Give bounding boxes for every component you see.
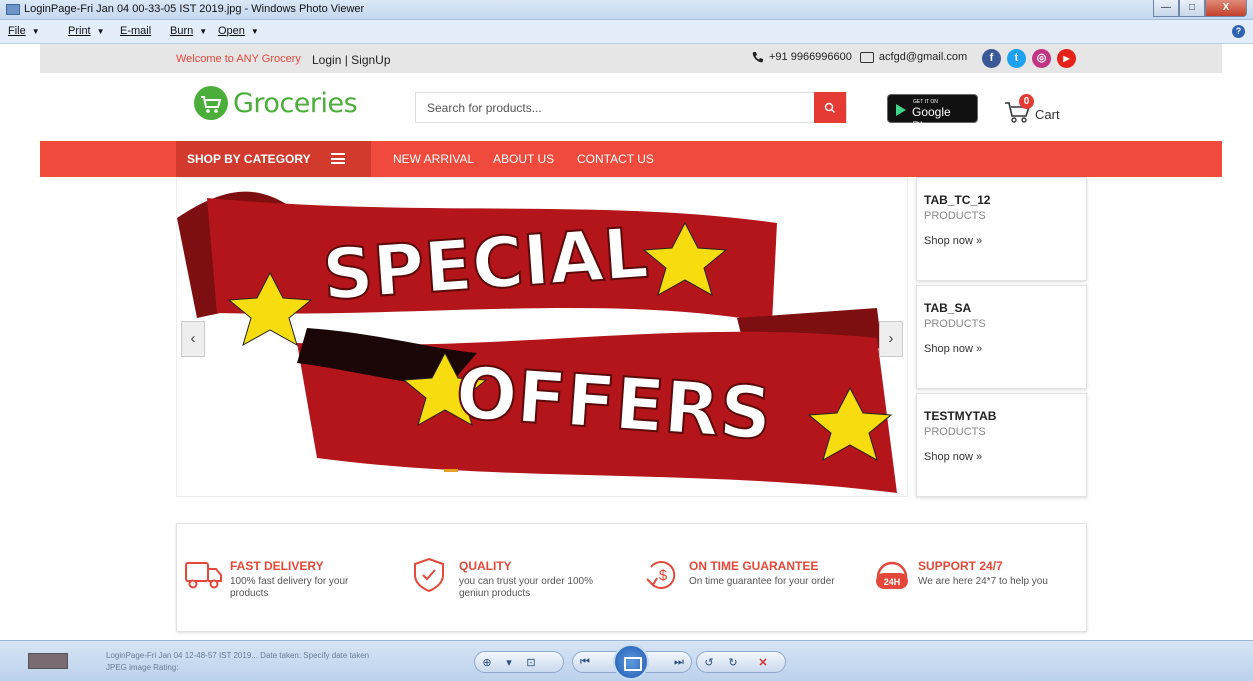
menu-open[interactable]: Open ▼ [218, 25, 259, 37]
phone-icon [752, 52, 763, 63]
previous-icon[interactable]: ⏮ [573, 656, 597, 669]
search-icon [824, 102, 835, 113]
delete-icon[interactable]: ✕ [745, 656, 781, 669]
file-info: LoginPage-Fri Jan 04 12-48-57 IST 2019..… [106, 651, 370, 672]
google-play-badge[interactable]: GET IT ON Google Play [887, 94, 978, 133]
truck-icon [185, 562, 222, 589]
close-button[interactable]: X [1205, 0, 1247, 17]
banner-slider: SPECIAL OFFERS ‹ › [176, 177, 908, 497]
site-header: Groceries GET IT ON Google Play [40, 73, 1222, 141]
search-input[interactable] [416, 93, 816, 122]
window-title: LoginPage-Fri Jan 04 00-33-05 IST 2019.j… [24, 3, 365, 15]
contact-info: +91 9966996600 acfgd@gmail.com [752, 51, 975, 63]
facebook-icon[interactable]: f [982, 49, 1001, 68]
headset-24h-icon: 24H [876, 561, 908, 589]
cart-logo-icon [194, 86, 228, 120]
file-thumbnail [28, 653, 68, 669]
nav-about-us[interactable]: ABOUT US [493, 152, 554, 166]
welcome-text: Welcome to ANY Grocery [176, 53, 301, 65]
menu-burn[interactable]: Burn ▼ [170, 25, 207, 37]
features-strip: FAST DELIVERY 100% fast delivery for you… [176, 523, 1087, 632]
svg-text:24H: 24H [884, 577, 901, 587]
money-back-icon: $ [646, 560, 676, 589]
zoom-dropdown-icon[interactable]: ▾ [499, 656, 519, 669]
search-button[interactable] [814, 92, 846, 123]
feature-support: 24H SUPPORT 24/7 We are here 24*7 to hel… [872, 557, 1092, 607]
tab-card[interactable]: TESTMYTAB PRODUCTS Shop now » [916, 393, 1087, 497]
slider-indicator[interactable] [444, 469, 458, 472]
shop-now-link[interactable]: Shop now » [924, 235, 982, 247]
zoom-icon[interactable]: ⊕ [475, 656, 499, 669]
play-icon [896, 104, 906, 116]
social-links: f t ◎ ▶ [982, 49, 1082, 68]
menu-print[interactable]: Print ▼ [68, 25, 105, 37]
feature-quality: QUALITY you can trust your order 100% ge… [413, 557, 633, 607]
window-controls: — □ X [1153, 0, 1247, 17]
slideshow-button[interactable] [613, 644, 649, 680]
login-signup-link[interactable]: Login | SignUp [312, 53, 391, 67]
actual-size-icon[interactable]: ⊡ [519, 656, 543, 669]
rotate-left-icon[interactable]: ↺ [697, 656, 721, 669]
web-page: Welcome to ANY Grocery Login | SignUp +9… [40, 44, 1222, 640]
svg-text:$: $ [659, 567, 668, 584]
tab-card[interactable]: TAB_TC_12 PRODUCTS Shop now » [916, 177, 1087, 281]
shop-now-link[interactable]: Shop now » [924, 343, 982, 355]
window-titlebar: LoginPage-Fri Jan 04 00-33-05 IST 2019.j… [0, 0, 1253, 20]
cart-label: Cart [1035, 107, 1060, 122]
logo-text: Groceries [233, 87, 358, 119]
maximize-button[interactable]: □ [1179, 0, 1205, 17]
instagram-icon[interactable]: ◎ [1032, 49, 1051, 68]
slider-prev-button[interactable]: ‹ [181, 321, 205, 357]
help-icon[interactable]: ? [1232, 25, 1245, 38]
photo-viewer-canvas: Welcome to ANY Grocery Login | SignUp +9… [0, 44, 1253, 640]
tab-card[interactable]: TAB_SA PRODUCTS Shop now » [916, 285, 1087, 389]
photo-viewer-icon [6, 4, 20, 15]
rotate-right-icon[interactable]: ↻ [721, 656, 745, 669]
top-info-bar: Welcome to ANY Grocery Login | SignUp +9… [40, 44, 1222, 73]
menu-email[interactable]: E-mail [120, 25, 151, 37]
twitter-icon[interactable]: t [1007, 49, 1026, 68]
phone-number: +91 9966996600 [769, 51, 852, 63]
slider-next-button[interactable]: › [879, 321, 903, 357]
phone-contact: +91 9966996600 [752, 51, 852, 63]
nav-contact-us[interactable]: CONTACT US [577, 152, 654, 166]
zoom-controls: ⊕ ▾ ⊡ [474, 651, 564, 673]
viewer-toolbar: LoginPage-Fri Jan 04 12-48-57 IST 2019..… [0, 640, 1253, 681]
hamburger-icon [331, 153, 345, 164]
shop-by-category-menu[interactable]: SHOP BY CATEGORY [176, 141, 371, 177]
feature-on-time-guarantee: $ ON TIME GUARANTEE On time guarantee fo… [643, 557, 863, 607]
shield-check-icon [414, 557, 444, 593]
email-address: acfgd@gmail.com [878, 51, 968, 63]
next-icon[interactable]: ⏭ [667, 656, 691, 669]
feature-fast-delivery: FAST DELIVERY 100% fast delivery for you… [184, 557, 404, 607]
main-nav: SHOP BY CATEGORY NEW ARRIVAL ABOUT US CO… [40, 141, 1222, 177]
search-box [415, 92, 847, 123]
edit-controls: ↺ ↻ ✕ [696, 651, 786, 673]
email-contact[interactable]: acfgd@gmail.com [859, 51, 968, 63]
cart-count-badge: 0 [1019, 94, 1034, 109]
menu-bar: File ▼ Print ▼ E-mail Burn ▼ Open ▼ ? [0, 20, 1253, 44]
cart-button[interactable]: 0 Cart [1004, 94, 1074, 126]
menu-file[interactable]: File ▼ [8, 25, 40, 37]
youtube-icon[interactable]: ▶ [1057, 49, 1076, 68]
tab-cards: TAB_TC_12 PRODUCTS Shop now » TAB_SA PRO… [916, 177, 1087, 499]
shop-now-link[interactable]: Shop now » [924, 451, 982, 463]
site-logo[interactable]: Groceries [194, 86, 358, 120]
special-offers-banner: SPECIAL OFFERS [177, 191, 897, 493]
minimize-button[interactable]: — [1153, 0, 1179, 17]
nav-new-arrival[interactable]: NEW ARRIVAL [393, 152, 474, 166]
mail-icon [859, 51, 874, 63]
